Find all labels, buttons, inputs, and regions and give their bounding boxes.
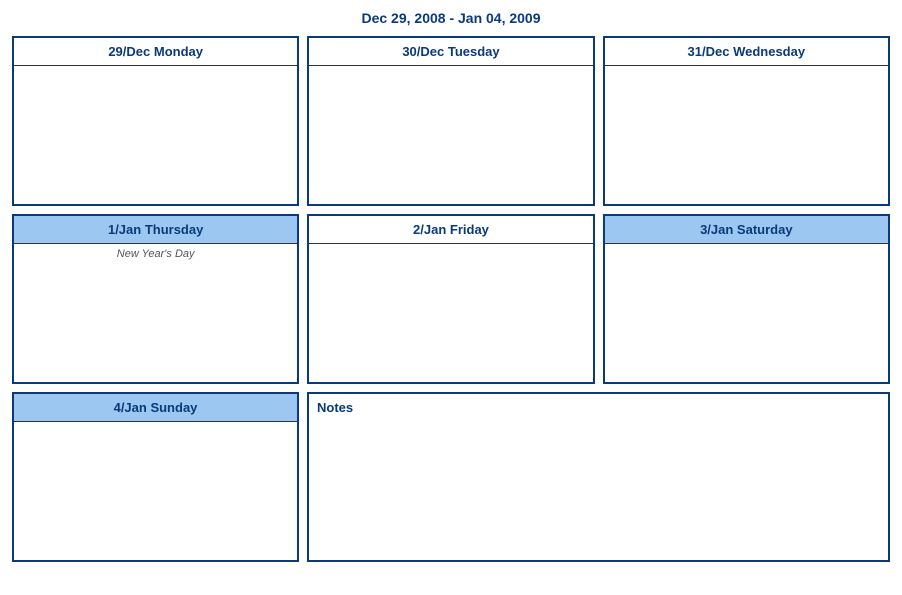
day-body: New Year's Day	[14, 244, 297, 382]
day-header: 29/Dec Monday	[14, 38, 297, 66]
day-body	[309, 244, 592, 382]
notes-header: Notes	[309, 394, 888, 422]
day-body	[605, 66, 888, 204]
day-cell-sunday: 4/Jan Sunday	[12, 392, 299, 562]
week-row-1: 29/Dec Monday 30/Dec Tuesday 31/Dec Wedn…	[12, 36, 890, 206]
week-row-3: 4/Jan Sunday Notes	[12, 392, 890, 562]
week-row-2: 1/Jan Thursday New Year's Day 2/Jan Frid…	[12, 214, 890, 384]
week-grid: 29/Dec Monday 30/Dec Tuesday 31/Dec Wedn…	[0, 36, 902, 562]
day-cell-tuesday: 30/Dec Tuesday	[307, 36, 594, 206]
day-header: 31/Dec Wednesday	[605, 38, 888, 66]
day-body	[14, 422, 297, 560]
day-body	[605, 244, 888, 382]
notes-body	[309, 422, 888, 560]
day-header: 3/Jan Saturday	[605, 216, 888, 244]
day-cell-friday: 2/Jan Friday	[307, 214, 594, 384]
weekly-planner: Dec 29, 2008 - Jan 04, 2009 29/Dec Monda…	[0, 0, 902, 595]
day-cell-saturday: 3/Jan Saturday	[603, 214, 890, 384]
day-header: 4/Jan Sunday	[14, 394, 297, 422]
day-event: New Year's Day	[20, 248, 291, 260]
day-header: 30/Dec Tuesday	[309, 38, 592, 66]
notes-cell: Notes	[307, 392, 890, 562]
day-body	[309, 66, 592, 204]
day-cell-thursday: 1/Jan Thursday New Year's Day	[12, 214, 299, 384]
day-header: 2/Jan Friday	[309, 216, 592, 244]
day-body	[14, 66, 297, 204]
day-cell-wednesday: 31/Dec Wednesday	[603, 36, 890, 206]
date-range-title: Dec 29, 2008 - Jan 04, 2009	[0, 0, 902, 36]
day-cell-monday: 29/Dec Monday	[12, 36, 299, 206]
day-header: 1/Jan Thursday	[14, 216, 297, 244]
